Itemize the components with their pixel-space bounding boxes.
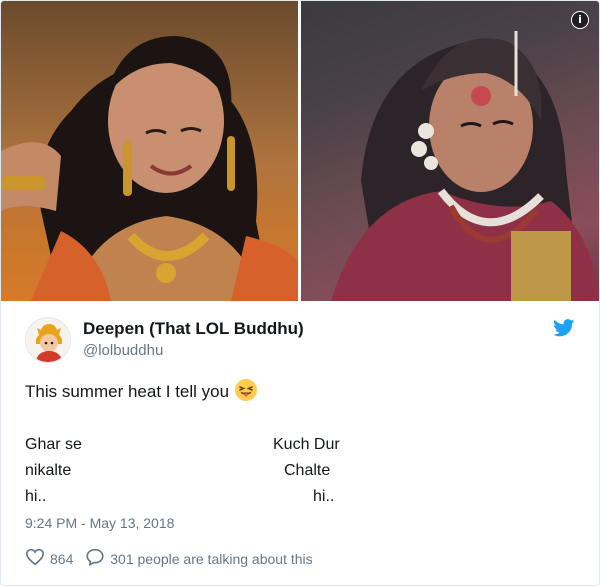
like-count: 864 bbox=[50, 550, 74, 567]
tweet-photo-right[interactable] bbox=[301, 1, 599, 301]
handle[interactable]: @lolbuddhu bbox=[83, 342, 304, 359]
verse-right-line-2: Chalte bbox=[284, 462, 331, 479]
display-name[interactable]: Deepen (That LOL Buddhu) bbox=[83, 319, 304, 339]
like-button[interactable]: 864 bbox=[25, 548, 73, 569]
heart-icon bbox=[25, 548, 50, 569]
verse-left-column: Ghar se nikalte hi.. bbox=[25, 432, 82, 510]
verse-left-line-3: hi.. bbox=[25, 488, 47, 505]
verse-left-line-1: Ghar se bbox=[25, 436, 82, 453]
author-names: Deepen (That LOL Buddhu) @lolbuddhu bbox=[83, 319, 304, 359]
squinting-tongue-emoji-icon bbox=[235, 379, 258, 401]
tweet-media[interactable]: i bbox=[1, 1, 599, 301]
verse-right-line-3: hi.. bbox=[313, 488, 335, 505]
tweet-text: This summer heat I tell you bbox=[25, 379, 258, 402]
avatar[interactable] bbox=[25, 317, 71, 363]
twitter-bird-icon[interactable] bbox=[553, 319, 575, 337]
speech-bubble-icon bbox=[85, 548, 110, 569]
reply-button[interactable]: 301 people are talking about this bbox=[85, 548, 313, 569]
embedded-tweet-card[interactable]: i Deepen (That LOL Buddhu) @lolbuddhu Th… bbox=[0, 0, 600, 586]
info-icon[interactable]: i bbox=[571, 11, 589, 29]
verse-left-line-2: nikalte bbox=[25, 462, 72, 479]
tweet-author[interactable]: Deepen (That LOL Buddhu) @lolbuddhu bbox=[25, 317, 577, 363]
conversation-count: 301 people are talking about this bbox=[110, 550, 313, 567]
tweet-actions: 864 301 people are talking about this bbox=[25, 548, 321, 572]
tweet-timestamp[interactable]: 9:24 PM - May 13, 2018 bbox=[25, 515, 174, 531]
verse-right-line-1: Kuch Dur bbox=[273, 436, 340, 453]
tweet-photo-left[interactable] bbox=[1, 1, 298, 301]
tweet-text-content: This summer heat I tell you bbox=[25, 382, 230, 401]
verse-right-column: Kuch Dur Chalte hi.. bbox=[273, 432, 340, 510]
